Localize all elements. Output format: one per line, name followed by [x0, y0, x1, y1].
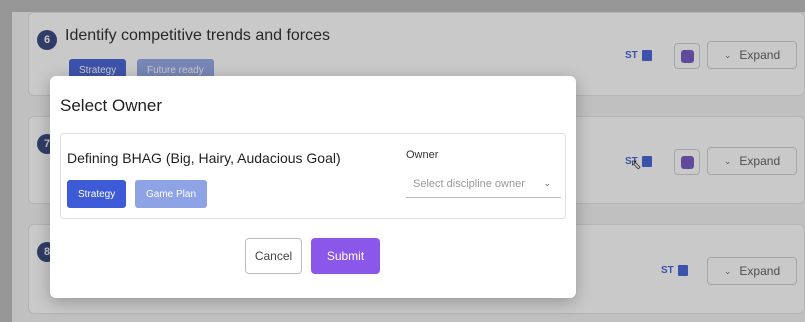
owner-select-placeholder: Select discipline owner [413, 177, 525, 190]
goal-card: Defining BHAG (Big, Hairy, Audacious Goa… [60, 133, 566, 219]
owner-select[interactable]: Select discipline owner ⌄ [406, 170, 561, 198]
submit-button[interactable]: Submit [311, 238, 380, 274]
tag-game-plan[interactable]: Game Plan [135, 180, 208, 208]
owner-label: Owner [406, 149, 439, 161]
goal-title: Defining BHAG (Big, Hairy, Audacious Goa… [67, 150, 341, 166]
select-owner-modal: Select Owner Defining BHAG (Big, Hairy, … [50, 76, 576, 298]
tag-strategy[interactable]: Strategy [67, 180, 127, 208]
mouse-cursor-icon: ⬁ [630, 156, 642, 172]
chevron-down-icon: ⌄ [543, 178, 551, 188]
cancel-button[interactable]: Cancel [245, 238, 302, 274]
modal-title: Select Owner [60, 96, 163, 115]
